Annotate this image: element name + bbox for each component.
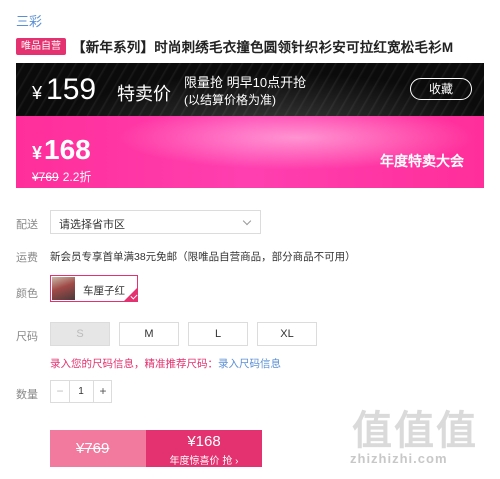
chevron-down-icon [242,216,252,226]
flash-sale-bar: ¥159 特卖价 限量抢 明早10点开抢 (以结算价格为准) 收藏 [16,63,484,116]
buy-original-price: ¥769 [76,440,110,457]
size-hint: 录入您的尺码信息，精准推荐尺码：录入尺码信息 [50,356,281,371]
buy-price: ¥168 [187,433,221,450]
shipping-info: 新会员专享首单满38元免邮（限唯品自营商品，部分商品不可用） [50,251,356,263]
flash-sale-price: ¥159 [32,73,96,107]
delivery-label: 配送 [16,219,38,231]
original-price: ¥769 [32,170,59,184]
current-price-bar: ¥168 ¥769 2.2折 年度特卖大会 [16,116,484,188]
quantity-label: 数量 [16,389,38,401]
size-label: 尺码 [16,331,38,343]
watermark-url: zhizhizhi.com [350,451,448,466]
quantity-input[interactable]: 1 [70,381,92,402]
color-option-label: 车厘子红 [83,285,125,297]
region-select-placeholder: 请选择省市区 [59,219,125,231]
size-hint-text: 录入您的尺码信息，精准推荐尺码： [50,358,218,370]
quantity-stepper: − 1 + [50,380,112,403]
buy-cta-label: 年度惊喜价 抢 › [169,456,239,467]
currency-symbol: ¥ [32,143,43,163]
flash-sale-note: (以结算价格为准) [184,93,276,107]
flash-sale-label: 特卖价 [117,84,171,104]
size-option-l[interactable]: L [188,322,248,346]
size-option-m[interactable]: M [119,322,179,346]
original-price-row: ¥769 2.2折 [32,168,91,185]
currency-symbol: ¥ [32,83,43,103]
watermark: 值值值 zhizhizhi.com [346,396,492,468]
color-thumbnail [52,277,75,300]
size-option-xl[interactable]: XL [257,322,317,346]
buy-cta-panel[interactable]: ¥168 年度惊喜价 抢 › [146,430,262,467]
buy-original-price-panel: ¥769 [50,430,146,467]
favorite-button[interactable]: 收藏 [410,78,472,100]
buy-button[interactable]: ¥769 ¥168 年度惊喜价 抢 › [50,430,262,467]
color-option-selected[interactable]: 车厘子红 [50,275,138,302]
quantity-increase-button[interactable]: + [93,381,112,402]
price-banner: ¥159 特卖价 限量抢 明早10点开抢 (以结算价格为准) 收藏 ¥168 ¥… [16,63,484,188]
flash-sale-price-value: 159 [46,73,97,106]
self-operated-badge: 唯品自营 [16,38,66,55]
flash-sale-time: 限量抢 明早10点开抢 [184,75,307,90]
product-title: 【新年系列】时尚刺绣毛衣撞色圆领针织衫安可拉红宽松毛衫M [72,40,454,55]
size-profile-link[interactable]: 录入尺码信息 [218,358,281,370]
event-label: 年度特卖大会 [380,153,464,169]
color-label: 颜色 [16,288,38,300]
current-price-value: 168 [44,134,91,165]
size-option-s[interactable]: S [50,322,110,346]
discount-label: 2.2折 [62,170,92,184]
region-select[interactable]: 请选择省市区 [50,210,261,234]
shipping-label: 运费 [16,252,38,264]
selected-check-icon [124,288,138,301]
brand-link[interactable]: 三彩 [16,11,42,30]
quantity-decrease-button[interactable]: − [51,381,70,402]
current-price: ¥168 [32,134,91,166]
watermark-logo: 值值值 [352,409,478,453]
